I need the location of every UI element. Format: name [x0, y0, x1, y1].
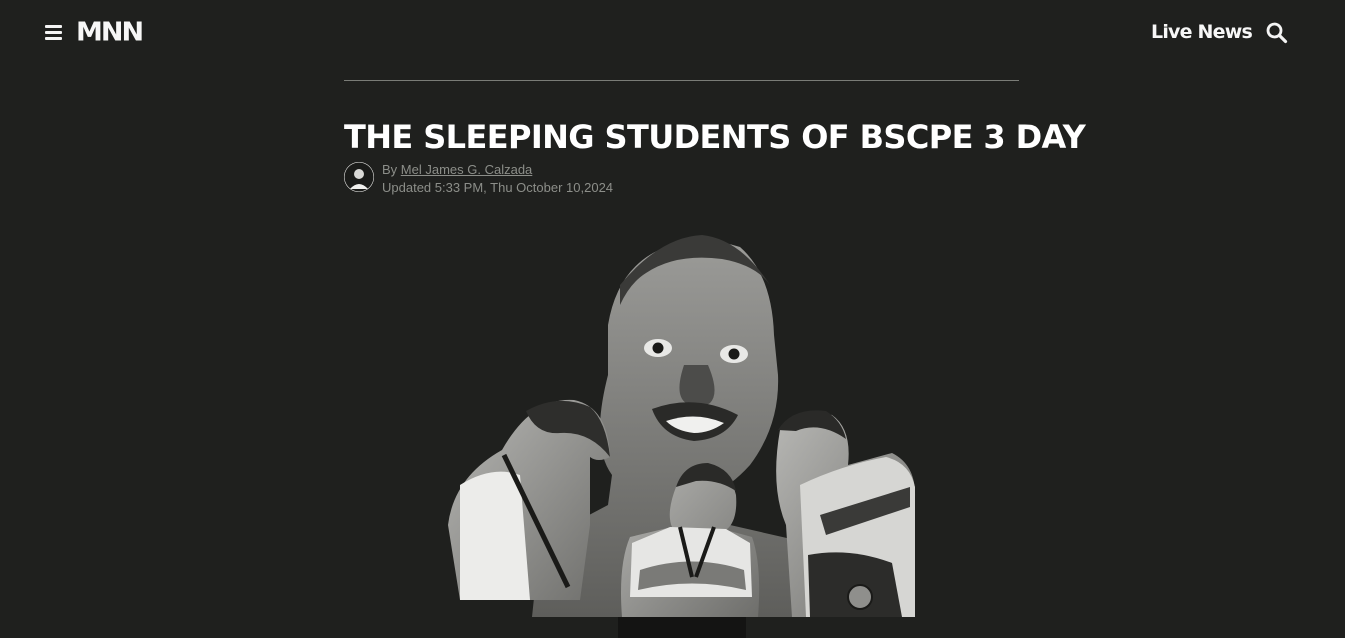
site-header: MNN Live News — [0, 0, 1345, 66]
author-link[interactable]: Mel James G. Calzada — [401, 162, 533, 177]
header-divider — [344, 80, 1019, 81]
article-headline: THE SLEEPING STUDENTS OF BSCPE 3 DAY — [344, 118, 1086, 156]
article-page: MNN Live News THE SLEEPING STUDENTS OF B… — [0, 0, 1345, 638]
by-label: By — [382, 162, 398, 177]
author-avatar[interactable] — [344, 162, 374, 192]
hamburger-menu-icon[interactable] — [44, 23, 64, 41]
article-byline: By Mel James G. Calzada — [382, 161, 532, 179]
search-icon[interactable] — [1265, 21, 1289, 45]
site-logo[interactable]: MNN — [76, 17, 144, 49]
live-news-link[interactable]: Live News — [1151, 19, 1253, 45]
updated-timestamp: Updated 5:33 PM, Thu October 10,2024 — [382, 180, 614, 195]
article-hero-image — [440, 225, 925, 638]
